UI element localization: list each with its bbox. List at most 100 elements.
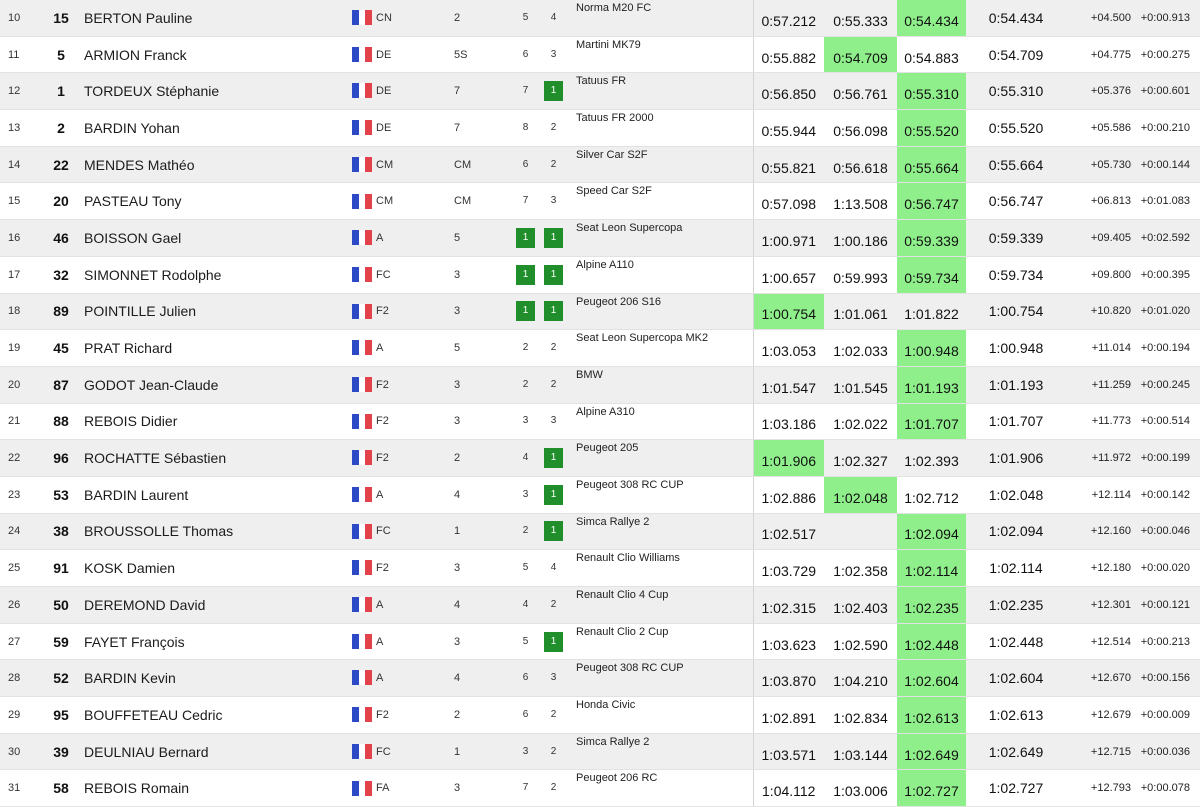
rank-class-badge: 7 [522,195,529,207]
run2-time-cell: 0:56.618 [824,146,897,184]
car-model-cell: Peugeot 205 [570,439,753,477]
driver-name-cell[interactable]: FAYET François [78,623,352,661]
result-row[interactable]: 12 1 TORDEUX Stéphanie DE 7 7 1 Tatuus F… [0,72,1200,111]
rank-group-cell: 4 [537,0,570,37]
driver-name-cell[interactable]: PRAT Richard [78,329,352,367]
class-cell: F2 [352,293,446,331]
results-table: 10 15 BERTON Pauline CN 2 5 4 Norma M20 … [0,0,1200,807]
race-number-cell: 52 [44,659,78,698]
run1-time-cell: 0:57.212 [752,0,824,37]
result-row[interactable]: 25 91 KOSK Damien F2 3 5 4 Renault Clio … [0,549,1200,587]
run3-time-cell: 1:01.193 [897,366,966,404]
result-row[interactable]: 10 15 BERTON Pauline CN 2 5 4 Norma M20 … [0,0,1200,37]
driver-name-cell[interactable]: MENDES Mathéo [78,146,352,184]
rank-class-badge: 6 [522,158,529,170]
france-flag-icon [352,83,372,99]
driver-name-cell[interactable]: POINTILLE Julien [78,293,352,331]
result-row[interactable]: 17 32 SIMONNET Rodolphe FC 3 1 1 Alpine … [0,256,1200,294]
result-row[interactable]: 11 5 ARMION Franck DE 5S 6 3 Martini MK7… [0,36,1200,74]
driver-name-cell[interactable]: TORDEUX Stéphanie [78,72,352,111]
driver-name-cell[interactable]: BARDIN Kevin [78,659,352,698]
result-row[interactable]: 31 58 REBOIS Romain FA 3 7 2 Peugeot 206… [0,769,1200,807]
group-cell: 5 [446,219,514,257]
result-row[interactable]: 28 52 BARDIN Kevin A 4 6 3 Peugeot 308 R… [0,659,1200,698]
gap-to-leader-cell: +09.405 [1066,219,1139,257]
result-row[interactable]: 30 39 DEULNIAU Bernard FC 1 3 2 Simca Ra… [0,733,1200,771]
rank-class-badge: 1 [516,227,535,248]
result-row[interactable]: 23 53 BARDIN Laurent A 4 3 1 Peugeot 308… [0,476,1200,514]
result-row[interactable]: 14 22 MENDES Mathéo CM CM 6 2 Silver Car… [0,146,1200,184]
driver-name-cell[interactable]: REBOIS Romain [78,769,352,807]
driver-name-cell[interactable]: ARMION Franck [78,36,352,74]
position-cell: 29 [0,696,44,734]
rank-class-cell: 1 [514,256,537,294]
rank-class-cell: 4 [514,586,537,624]
race-number-cell: 87 [44,366,78,404]
race-number-cell: 89 [44,293,78,331]
run1-time-cell: 1:00.754 [752,293,824,331]
result-row[interactable]: 26 50 DEREMOND David A 4 4 2 Renault Cli… [0,586,1200,624]
rank-class-badge: 5 [522,635,529,647]
class-label: A [376,635,384,648]
driver-name-cell[interactable]: BROUSSOLLE Thomas [78,513,352,551]
driver-name-cell[interactable]: BOISSON Gael [78,219,352,257]
race-number-cell: 88 [44,403,78,441]
run3-time-cell: 1:01.707 [897,403,966,441]
france-flag-icon [352,670,372,686]
rank-class-cell: 2 [514,329,537,367]
class-cell: CM [352,146,446,184]
result-row[interactable]: 24 38 BROUSSOLLE Thomas FC 1 2 1 Simca R… [0,513,1200,551]
driver-name-cell[interactable]: BOUFFETEAU Cedric [78,696,352,734]
rank-group-cell: 2 [537,329,570,367]
result-row[interactable]: 16 46 BOISSON Gael A 5 1 1 Seat Leon Sup… [0,219,1200,257]
gap-to-leader-cell: +12.180 [1066,549,1139,587]
class-cell: F2 [352,439,446,477]
rank-group-cell: 4 [537,549,570,587]
run3-time-cell: 1:02.727 [897,769,966,807]
driver-name-cell[interactable]: SIMONNET Rodolphe [78,256,352,294]
group-cell: 3 [446,623,514,661]
driver-name-cell[interactable]: BARDIN Yohan [78,109,352,147]
result-row[interactable]: 27 59 FAYET François A 3 5 1 Renault Cli… [0,623,1200,661]
race-number-cell: 91 [44,549,78,587]
position-cell: 25 [0,549,44,587]
result-row[interactable]: 21 88 REBOIS Didier F2 3 3 3 Alpine A310… [0,403,1200,441]
rank-class-cell: 5 [514,623,537,661]
driver-name-cell[interactable]: BARDIN Laurent [78,476,352,514]
rank-group-badge: 2 [550,158,557,170]
driver-name-cell[interactable]: PASTEAU Tony [78,182,352,221]
driver-name-cell[interactable]: DEULNIAU Bernard [78,733,352,771]
best-time-cell: 1:02.114 [966,549,1066,587]
driver-name-cell[interactable]: GODOT Jean-Claude [78,366,352,404]
result-row[interactable]: 15 20 PASTEAU Tony CM CM 7 3 Speed Car S… [0,182,1200,221]
result-row[interactable]: 13 2 BARDIN Yohan DE 7 8 2 Tatuus FR 200… [0,109,1200,147]
class-label: DE [376,48,392,61]
gap-to-leader-cell: +12.114 [1066,476,1139,514]
group-cell: 5S [446,36,514,74]
driver-name-cell[interactable]: ROCHATTE Sébastien [78,439,352,477]
driver-name-cell[interactable]: DEREMOND David [78,586,352,624]
gap-to-leader-cell: +12.301 [1066,586,1139,624]
driver-name-cell[interactable]: BERTON Pauline [78,0,352,37]
france-flag-icon [352,450,372,466]
run1-time-cell: 0:55.944 [752,109,824,147]
best-time-cell: 1:01.707 [966,403,1066,441]
class-cell: F2 [352,366,446,404]
rank-group-badge: 3 [550,48,557,60]
driver-name-cell[interactable]: REBOIS Didier [78,403,352,441]
result-row[interactable]: 20 87 GODOT Jean-Claude F2 3 2 2 BMW 1:0… [0,366,1200,404]
gap-to-leader-cell: +11.972 [1066,439,1139,477]
run1-time-cell: 1:02.517 [752,513,824,551]
rank-class-badge: 4 [522,452,529,464]
gap-to-previous-cell: +0:00.121 [1139,586,1200,624]
position-cell: 13 [0,109,44,147]
driver-name-cell[interactable]: KOSK Damien [78,549,352,587]
result-row[interactable]: 19 45 PRAT Richard A 5 2 2 Seat Leon Sup… [0,329,1200,367]
position-cell: 20 [0,366,44,404]
position-cell: 11 [0,36,44,74]
position-cell: 24 [0,513,44,551]
result-row[interactable]: 29 95 BOUFFETEAU Cedric F2 2 6 2 Honda C… [0,696,1200,734]
france-flag-icon [352,10,372,26]
result-row[interactable]: 18 89 POINTILLE Julien F2 3 1 1 Peugeot … [0,293,1200,331]
result-row[interactable]: 22 96 ROCHATTE Sébastien F2 2 4 1 Peugeo… [0,439,1200,477]
